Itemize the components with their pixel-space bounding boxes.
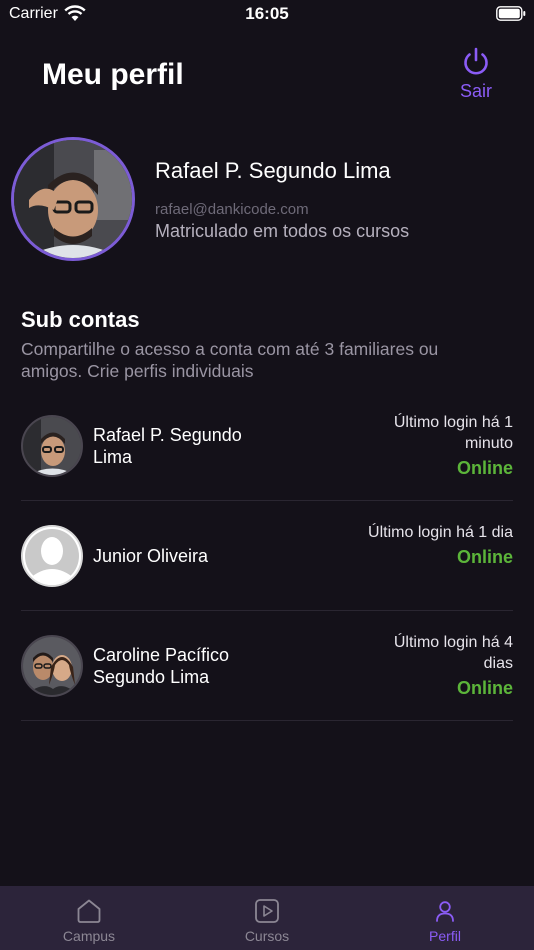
avatar	[21, 635, 83, 697]
profile-name: Rafael P. Segundo Lima	[155, 158, 391, 183]
account-name: Junior Oliveira	[93, 546, 209, 566]
section-description: Compartilhe o acesso a conta com até 3 f…	[21, 339, 439, 381]
section-title: Sub contas	[21, 307, 140, 332]
avatar	[21, 525, 83, 587]
account-meta: Último login há 1 dia Online	[363, 522, 513, 568]
profile-email: rafael@dankicode.com	[155, 201, 309, 218]
last-login: Último login há 1 dia	[368, 524, 513, 541]
profile-avatar	[11, 137, 135, 261]
user-icon	[436, 901, 454, 922]
tab-label: Cursos	[244, 928, 290, 944]
avatar	[21, 415, 83, 477]
profile-enrollment: Matriculado em todos os cursos	[155, 221, 410, 241]
profile-photo	[14, 140, 132, 258]
status-badge: Online	[456, 458, 513, 478]
status-badge: Online	[456, 547, 513, 567]
logout-label: Sair	[459, 81, 492, 101]
account-name: Caroline Pacífico Segundo Lima	[93, 645, 230, 687]
tab-bar: Campus Cursos Perfil	[0, 886, 534, 950]
home-icon	[77, 899, 101, 923]
account-name: Rafael P. Segundo Lima	[93, 425, 242, 467]
tab-label: Perfil	[429, 928, 461, 944]
power-icon	[464, 47, 488, 75]
tab-cursos[interactable]: Cursos	[178, 886, 356, 950]
last-login: Último login há 1 minuto	[393, 414, 513, 452]
logout-button[interactable]: Sair	[452, 46, 500, 102]
status-badge: Online	[456, 678, 513, 698]
status-bar: Carrier 16:05	[0, 0, 534, 30]
tab-label: Campus	[62, 928, 116, 944]
tab-campus[interactable]: Campus	[0, 886, 178, 950]
tab-perfil[interactable]: Perfil	[356, 886, 534, 950]
page-title: Meu perfil	[42, 58, 184, 91]
account-meta: Último login há 1 minuto Online	[363, 412, 513, 479]
clock: 16:05	[245, 4, 289, 23]
default-avatar-icon	[23, 527, 81, 585]
list-item[interactable]: Junior Oliveira Último login há 1 dia On…	[21, 501, 513, 611]
battery-icon	[496, 6, 526, 21]
list-item[interactable]: Caroline Pacífico Segundo Lima Último lo…	[21, 611, 513, 721]
list-item[interactable]: Rafael P. Segundo Lima Último login há 1…	[21, 391, 513, 501]
account-meta: Último login há 4 dias Online	[363, 632, 513, 699]
last-login: Último login há 4 dias	[393, 634, 513, 672]
play-icon	[255, 899, 279, 923]
sub-accounts-list: Rafael P. Segundo Lima Último login há 1…	[21, 391, 513, 721]
